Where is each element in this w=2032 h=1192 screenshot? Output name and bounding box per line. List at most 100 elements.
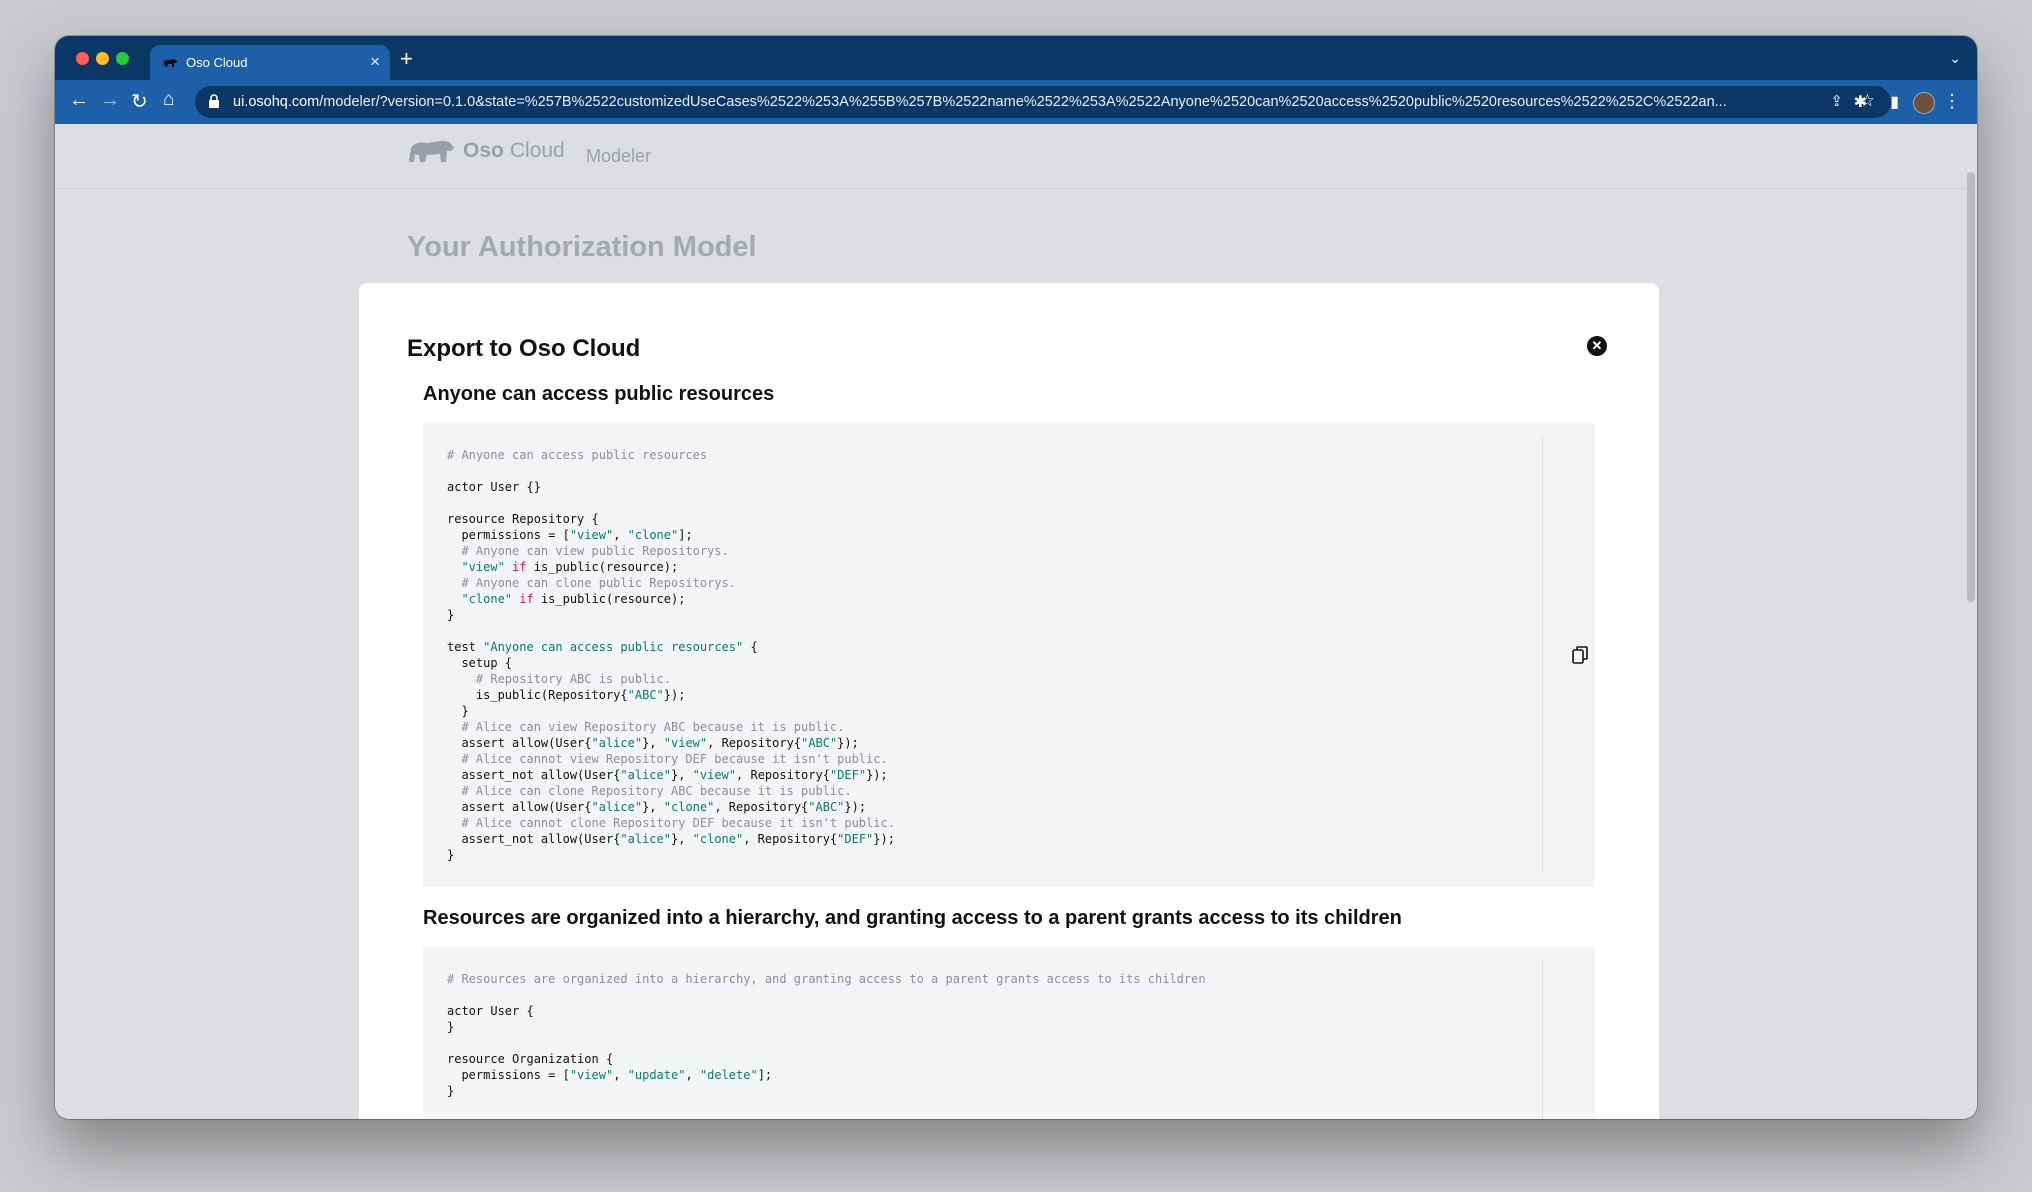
export-modal: Export to Oso Cloud ✕ Anyone can access … [359,283,1659,1119]
puzzle-icon[interactable]: ✱ [1854,92,1867,112]
code-keyword: if [512,592,534,606]
nav-modeler-link[interactable]: Modeler [586,146,651,167]
code-comment: # Alice cannot clone Repository DEF beca… [447,816,895,830]
code-text: is_public(resource); [533,592,686,606]
home-icon[interactable]: ⌂ [163,89,174,111]
close-icon[interactable]: ✕ [1587,336,1607,356]
maximize-window-button[interactable] [116,52,129,65]
menu-icon[interactable]: ⋮ [1943,91,1961,112]
sidepanel-icon[interactable]: ▮ [1890,92,1899,112]
code-comment: # Anyone can clone public Repositorys. [447,576,736,590]
code-text: , Repository{ [707,736,802,750]
code-text: actor User { [447,1004,534,1018]
code-text: }, [642,736,664,750]
code-line: # Repository ABC is public. [447,672,671,686]
code-string: "clone" [692,832,744,846]
code-line: # Anyone can access public resources [447,448,707,462]
code-line: } [447,608,454,622]
code-text: ]; [757,1068,773,1082]
code-text: setup { [447,656,513,670]
section-title: Resources are organized into a hierarchy… [423,907,1402,929]
code-line: actor User {} [447,480,541,494]
code-line: # Resources are organized into a hierarc… [447,972,1206,986]
code-line: assert_not allow(User{"alice"}, "clone",… [447,832,895,846]
page-title: Your Authorization Model [407,231,757,263]
minimize-window-button[interactable] [96,52,109,65]
code-line: # Alice can clone Repository ABC because… [447,784,852,798]
code-string: "view" [569,528,614,542]
profile-avatar[interactable] [1913,92,1935,114]
code-line: assert allow(User{"alice"}, "view", Repo… [447,736,859,750]
code-string: "ABC" [801,736,838,750]
url-path: /modeler/?version=0.1.0&state=%257B%2522… [319,94,1727,110]
code-string: "view" [692,768,737,782]
code-string: "alice" [620,768,671,782]
code-line: setup { [447,656,512,670]
code-string: "delete" [699,1068,758,1082]
code-line: permissions = ["view", "update", "delete… [447,1068,772,1082]
code-text: }, [642,800,664,814]
forward-icon[interactable]: → [100,89,120,112]
code-text: { [743,640,758,654]
code-text: test [447,640,484,654]
logo-oso-text: Oso [463,139,504,162]
code-line: "view" if is_public(resource); [447,560,678,574]
code-text: permissions = [ [447,528,570,542]
close-window-button[interactable] [76,52,89,65]
code-line: } [447,1084,454,1098]
copy-icon[interactable] [1572,646,1588,664]
code-comment: # Alice can clone Repository ABC because… [447,784,852,798]
browser-toolbar: ← → ↻ ⌂ ui.osohq.com/modeler/?version=0.… [55,80,1977,124]
code-line: permissions = ["view", "clone"]; [447,528,693,542]
close-tab-icon[interactable]: × [370,52,380,72]
logo-cloud-text: Cloud [509,139,565,162]
code-string: "alice" [620,832,671,846]
share-icon[interactable]: ⇪ [1830,92,1843,110]
code-comment: # Alice can view Repository ABC because … [447,720,845,734]
code-text: , [685,1068,700,1082]
tab-search-icon[interactable]: ⌄ [1949,50,1961,67]
app-header: Oso Cloud Modeler [55,124,1977,189]
code-text: resource Repository { [447,512,599,526]
code-text: } [447,1084,455,1098]
code-string: "Anyone can access public resources" [483,640,744,654]
code-text: } [447,608,455,622]
new-tab-button[interactable]: + [400,46,413,72]
code-line: } [447,848,454,862]
code-text: , Repository{ [714,800,809,814]
url-host: ui.osohq.com [233,94,320,110]
address-bar[interactable]: ui.osohq.com/modeler/?version=0.1.0&stat… [195,86,1891,118]
code-line: actor User { [447,1004,534,1018]
code-string: "view" [663,736,708,750]
code-text: assert allow(User{ [447,736,592,750]
code-comment: # Resources are organized into a hierarc… [447,972,1206,986]
code-line: test "Anyone can access public resources… [447,640,758,654]
code-content[interactable]: # Resources are organized into a hierarc… [447,971,1206,1099]
code-string: "ABC" [808,800,845,814]
code-comment: # Anyone can access public resources [447,448,708,462]
code-string: "view" [461,560,505,574]
code-divider [1542,961,1543,1119]
code-text: }); [837,736,859,750]
code-text: }); [844,800,867,814]
code-string: "alice" [591,800,643,814]
back-icon[interactable]: ← [69,89,89,112]
reload-icon[interactable]: ↻ [131,89,148,114]
code-content[interactable]: # Anyone can access public resources act… [447,447,895,863]
code-comment: # Repository ABC is public. [447,672,671,686]
code-string: "update" [627,1068,686,1082]
code-comment: # Anyone can view public Repositorys. [447,544,729,558]
code-text: , Repository{ [743,832,838,846]
code-block: # Resources are organized into a hierarc… [423,947,1595,1119]
browser-window: Oso Cloud × + ⌄ ← → ↻ ⌂ ui.osohq.com/mod… [55,36,1977,1119]
tab-title: Oso Cloud [186,55,248,70]
code-text: ]; [678,528,693,542]
code-string: "view" [569,1068,614,1082]
code-text: is_public(Repository{ [447,688,628,702]
code-string: "alice" [591,736,643,750]
code-string: "clone" [663,800,715,814]
page-scrollbar[interactable] [1967,172,1975,602]
browser-tab[interactable]: Oso Cloud × [150,45,390,80]
oso-logo[interactable]: Oso Cloud [407,138,565,164]
